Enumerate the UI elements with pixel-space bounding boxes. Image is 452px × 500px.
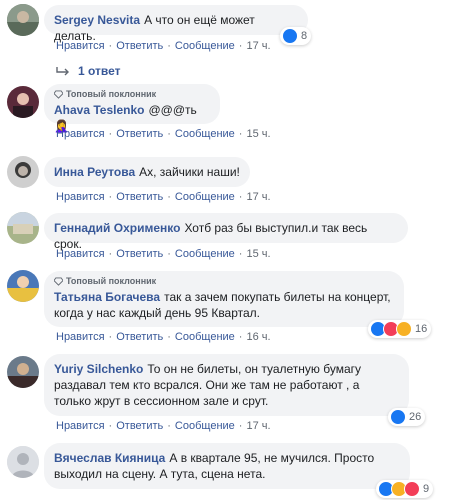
comment-time[interactable]: 17 ч. — [246, 191, 270, 203]
message-link[interactable]: Сообщение — [175, 420, 235, 432]
reply-link[interactable]: Ответить — [116, 331, 163, 343]
comment-actions: Нравится · Ответить · Сообщение · 15 ч. — [56, 248, 271, 260]
comment-author[interactable]: Sergey Nesvita — [54, 13, 140, 27]
diamond-icon — [54, 90, 63, 99]
message-link[interactable]: Сообщение — [175, 128, 235, 140]
comment-time[interactable]: 17 ч. — [246, 420, 270, 432]
comment-author[interactable]: Yuriy Silchenko — [54, 362, 143, 376]
message-link[interactable]: Сообщение — [175, 331, 235, 343]
comment-actions: Нравится · Ответить · Сообщение · 16 ч. — [56, 331, 271, 343]
comment-actions: Нравится · Ответить · Сообщение · 17 ч. — [56, 420, 271, 432]
heart-reaction-icon — [404, 481, 420, 497]
comment-author[interactable]: Инна Реутова — [54, 165, 135, 179]
reactions-summary[interactable]: 9 — [376, 480, 434, 498]
like-link[interactable]: Нравится — [56, 420, 105, 432]
reactions-summary[interactable]: 16 — [368, 320, 432, 338]
like-link[interactable]: Нравится — [56, 248, 105, 260]
like-reaction-icon — [282, 28, 298, 44]
comment-bubble: Вячеслав Кияница А в квартале 95, не мучи… — [44, 443, 410, 489]
comment-bubble: Sergey Nesvita А что он ещё может делать. — [44, 5, 308, 43]
reactions-summary[interactable]: 26 — [388, 408, 426, 426]
reactions-count: 16 — [415, 323, 428, 335]
reactions-summary[interactable]: 8 — [280, 27, 312, 45]
comment-author[interactable]: Татьяна Богачева — [54, 290, 160, 304]
message-link[interactable]: Сообщение — [175, 40, 235, 52]
avatar[interactable] — [7, 4, 39, 36]
avatar[interactable] — [7, 86, 39, 118]
top-fan-label: Топовый поклонник — [66, 89, 157, 99]
comment-bubble: Инна Реутова Ах, зайчики наши! — [44, 157, 250, 187]
comment-actions: Нравится · Ответить · Сообщение · 15 ч. — [56, 128, 271, 140]
message-link[interactable]: Сообщение — [175, 191, 235, 203]
reply-arrow-icon — [56, 67, 69, 76]
comment-bubble: Геннадий Охрименко Хотб раз бы выступил.и… — [44, 213, 408, 251]
reply-link[interactable]: Ответить — [116, 248, 163, 260]
comment-author[interactable]: Ahava Teslenko — [54, 103, 144, 117]
comment-time[interactable]: 17 ч. — [246, 40, 270, 52]
reactions-count: 8 — [301, 30, 308, 42]
top-fan-badge: Топовый поклонник — [54, 89, 210, 100]
replies-count: 1 ответ — [78, 64, 121, 78]
like-reaction-icon — [390, 409, 406, 425]
reply-link[interactable]: Ответить — [116, 128, 163, 140]
avatar[interactable] — [7, 212, 39, 244]
like-link[interactable]: Нравится — [56, 128, 105, 140]
comment-bubble: Yuriy Silchenko То он не билеты, он туале… — [44, 354, 409, 416]
comment-time[interactable]: 15 ч. — [246, 128, 270, 140]
avatar[interactable] — [7, 270, 39, 302]
reply-link[interactable]: Ответить — [116, 420, 163, 432]
like-link[interactable]: Нравится — [56, 191, 105, 203]
comment-bubble: Топовый поклонник Татьяна Богачева так а … — [44, 271, 404, 327]
message-link[interactable]: Сообщение — [175, 248, 235, 260]
comment-bubble: Топовый поклонник Ahava Teslenko @@@ть 🤦‍… — [44, 84, 220, 133]
reply-link[interactable]: Ответить — [116, 191, 163, 203]
comment-time[interactable]: 15 ч. — [246, 248, 270, 260]
comment-actions: Нравится · Ответить · Сообщение · 17 ч. — [56, 40, 271, 52]
avatar[interactable] — [7, 446, 39, 478]
like-link[interactable]: Нравится — [56, 40, 105, 52]
like-link[interactable]: Нравится — [56, 331, 105, 343]
top-fan-badge: Топовый поклонник — [54, 276, 394, 287]
comment-text: Ах, зайчики наши! — [139, 165, 240, 179]
haha-reaction-icon — [396, 321, 412, 337]
reply-link[interactable]: Ответить — [116, 40, 163, 52]
reactions-count: 9 — [423, 483, 430, 495]
view-replies-link[interactable]: 1 ответ — [56, 64, 121, 78]
reactions-count: 26 — [409, 411, 422, 423]
top-fan-label: Топовый поклонник — [66, 276, 157, 286]
comment-author[interactable]: Геннадий Охрименко — [54, 221, 180, 235]
avatar[interactable] — [7, 356, 39, 388]
comment-actions: Нравится · Ответить · Сообщение · 17 ч. — [56, 191, 271, 203]
comment-time[interactable]: 16 ч. — [246, 331, 270, 343]
avatar[interactable] — [7, 156, 39, 188]
comment-author[interactable]: Вячеслав Кияница — [54, 451, 165, 465]
diamond-icon — [54, 277, 63, 286]
